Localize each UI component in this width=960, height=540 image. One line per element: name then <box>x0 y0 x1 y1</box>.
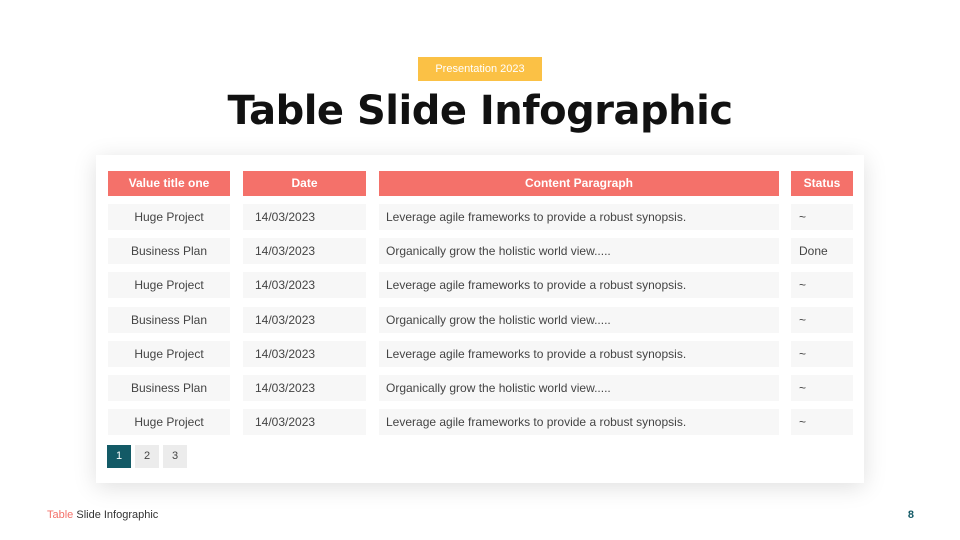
column-header-value-title: Value title one <box>108 171 230 196</box>
table-cell-date: 14/03/2023 <box>243 375 366 401</box>
table-cell-status: ~ <box>791 204 853 230</box>
table-cell-title: Huge Project <box>108 409 230 435</box>
footer-title: Table Slide Infographic <box>47 509 158 521</box>
table-cell-content: Leverage agile frameworks to provide a r… <box>379 204 779 230</box>
footer-accent-text: Table <box>47 509 74 521</box>
table-cell-title: Business Plan <box>108 307 230 333</box>
table-cell-status: ~ <box>791 409 853 435</box>
table-cell-status: ~ <box>791 272 853 298</box>
table-cell-content: Leverage agile frameworks to provide a r… <box>379 341 779 367</box>
table-cell-title: Huge Project <box>108 204 230 230</box>
table-cell-status: ~ <box>791 375 853 401</box>
table-cell-status: ~ <box>791 341 853 367</box>
column-header-status: Status <box>791 171 853 196</box>
slide-page-number: 8 <box>907 509 914 521</box>
footer-text: Slide Infographic <box>73 509 159 521</box>
column-header-date: Date <box>243 171 366 196</box>
table-cell-content: Leverage agile frameworks to provide a r… <box>379 272 779 298</box>
page-title: Table Slide Infographic <box>227 88 733 134</box>
presentation-tag: Presentation 2023 <box>418 57 542 81</box>
table-cell-title: Huge Project <box>108 272 230 298</box>
table-cell-date: 14/03/2023 <box>243 409 366 435</box>
table-cell-date: 14/03/2023 <box>243 238 366 264</box>
table-cell-status: Done <box>791 238 853 264</box>
table-cell-content: Organically grow the holistic world view… <box>379 307 779 333</box>
table-cell-content: Leverage agile frameworks to provide a r… <box>379 409 779 435</box>
table-cell-title: Business Plan <box>108 238 230 264</box>
table-cell-content: Organically grow the holistic world view… <box>379 375 779 401</box>
table-cell-date: 14/03/2023 <box>243 204 366 230</box>
table-cell-status: ~ <box>791 307 853 333</box>
table-cell-date: 14/03/2023 <box>243 307 366 333</box>
pagination-page-1[interactable]: 1 <box>107 445 131 468</box>
table-cell-date: 14/03/2023 <box>243 272 366 298</box>
column-header-content: Content Paragraph <box>379 171 779 196</box>
table-cell-date: 14/03/2023 <box>243 341 366 367</box>
pagination-page-3[interactable]: 3 <box>163 445 187 468</box>
pagination-page-2[interactable]: 2 <box>135 445 159 468</box>
table-cell-title: Business Plan <box>108 375 230 401</box>
table-cell-content: Organically grow the holistic world view… <box>379 238 779 264</box>
table-cell-title: Huge Project <box>108 341 230 367</box>
